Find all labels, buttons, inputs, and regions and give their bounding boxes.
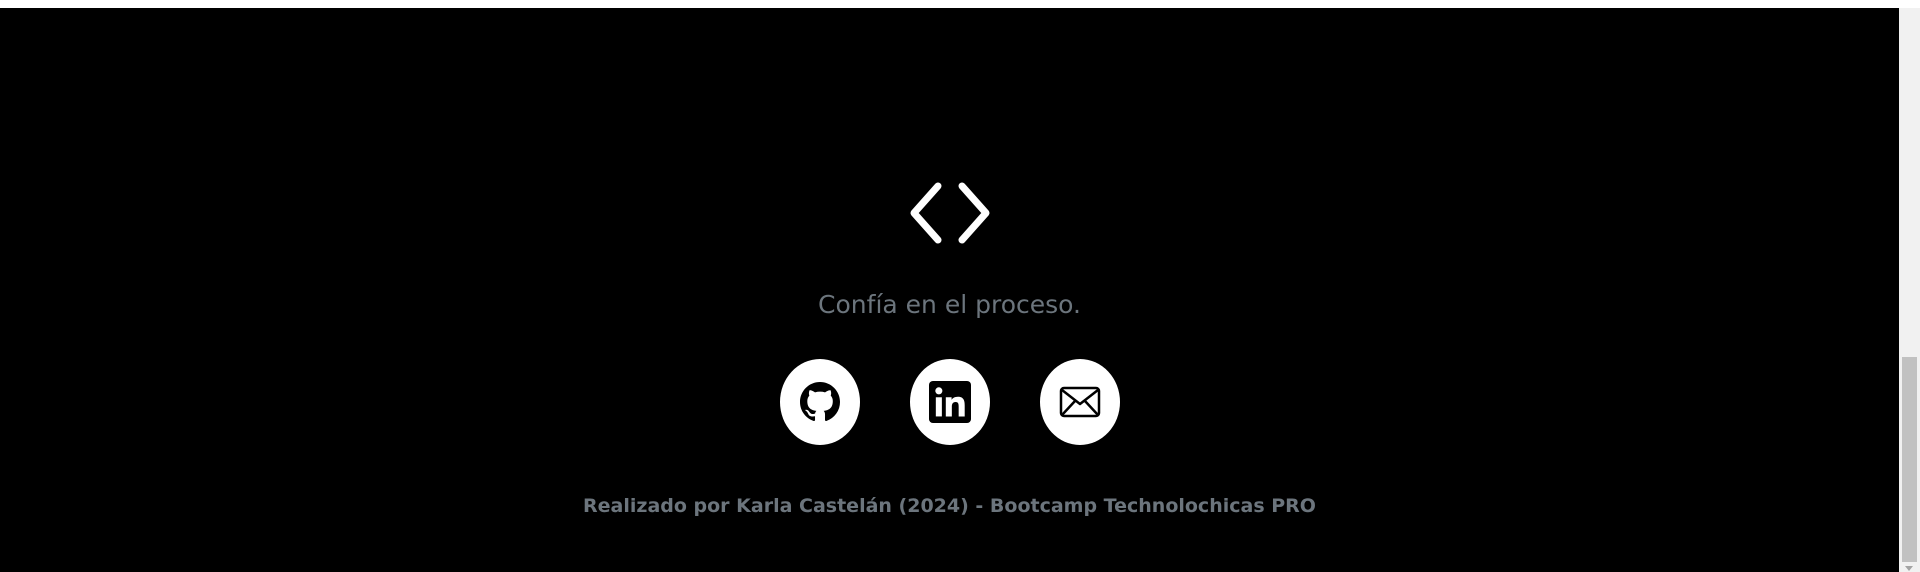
github-link[interactable] — [780, 359, 860, 445]
vertical-scrollbar[interactable] — [1899, 8, 1920, 572]
scroll-down-arrow-icon[interactable] — [1905, 566, 1913, 571]
footer-credit: Realizado por Karla Castelán (2024) - Bo… — [583, 495, 1316, 517]
page: Confía en el proceso. Realizado por Karl… — [0, 0, 1920, 572]
scrollbar-thumb[interactable] — [1902, 357, 1917, 562]
linkedin-icon — [929, 381, 971, 423]
code-brackets-icon — [910, 182, 990, 244]
envelope-icon — [1059, 386, 1101, 418]
linkedin-link[interactable] — [910, 359, 990, 445]
site-footer: Confía en el proceso. Realizado por Karl… — [0, 8, 1899, 572]
email-link[interactable] — [1040, 359, 1120, 445]
github-icon — [800, 382, 840, 422]
footer-tagline: Confía en el proceso. — [818, 290, 1081, 319]
